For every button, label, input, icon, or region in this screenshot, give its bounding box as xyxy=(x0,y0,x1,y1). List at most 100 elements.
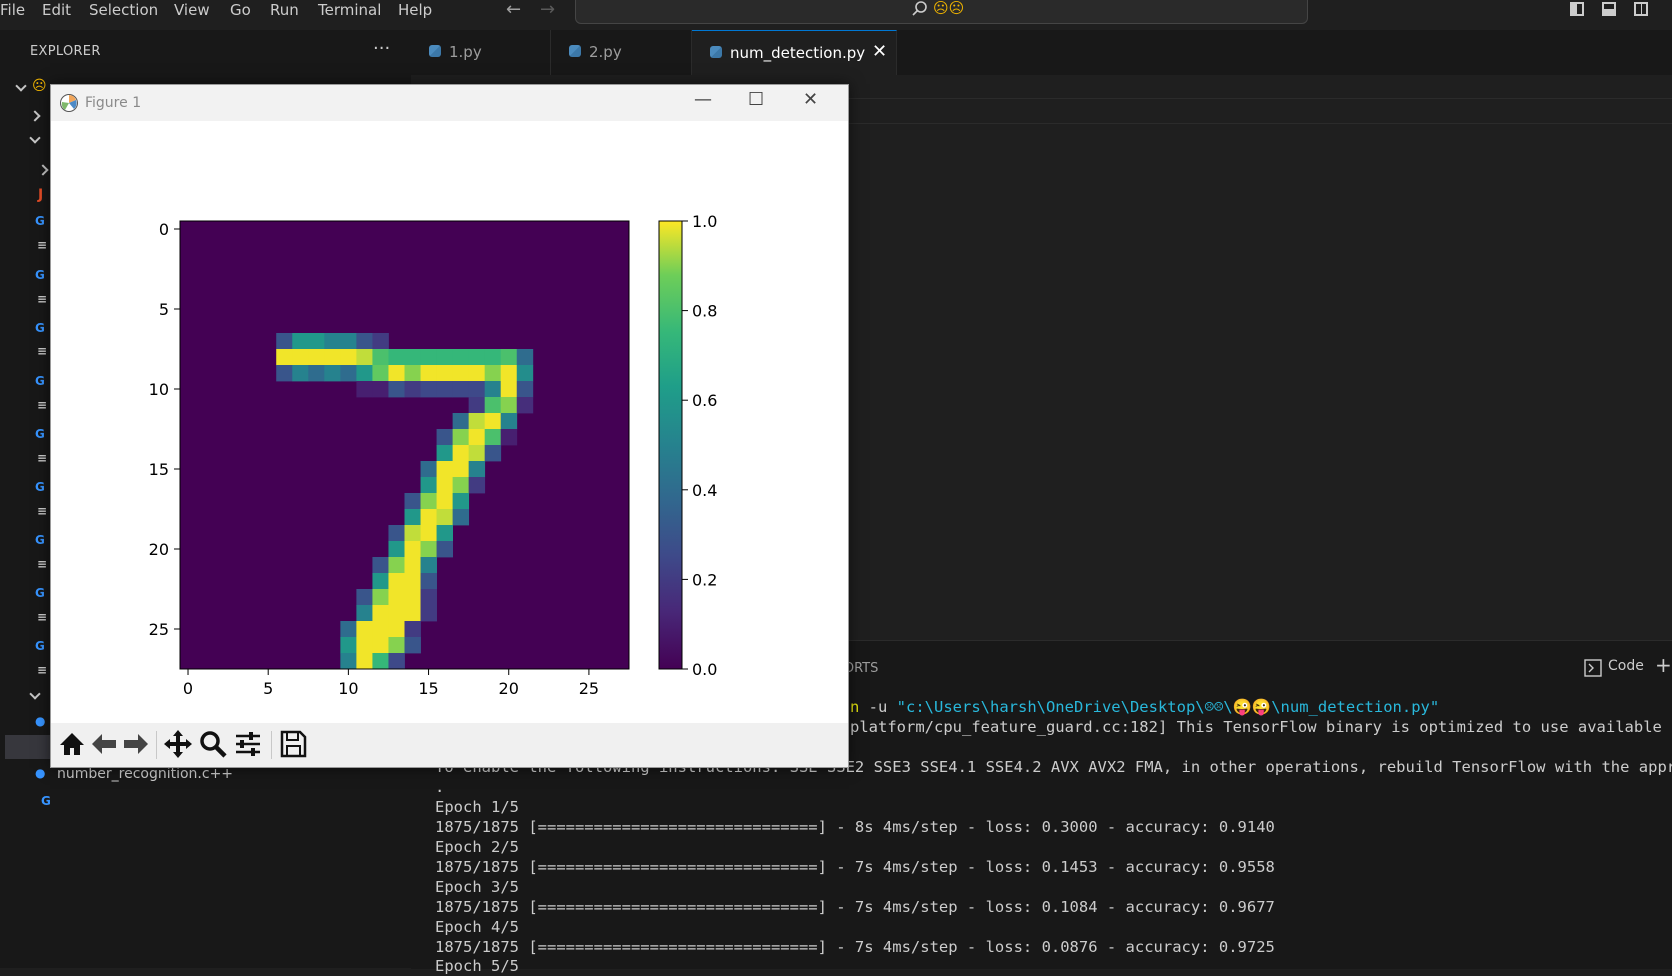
terminal-path: "c:\Users\harsh\OneDrive\Desktop\☹☹\😜😜\n… xyxy=(896,698,1440,716)
heatmap-cell xyxy=(420,605,437,622)
java-file-icon: J xyxy=(38,187,44,203)
menu-run[interactable]: Run xyxy=(270,0,299,22)
heatmap-cell xyxy=(468,397,486,414)
chevron-down-icon[interactable] xyxy=(15,80,27,92)
minimize-icon[interactable]: — xyxy=(694,89,712,110)
x-tick-label: 20 xyxy=(499,679,519,698)
command-center[interactable]: ☹☹ xyxy=(575,0,1308,24)
heatmap-cell xyxy=(356,349,373,366)
heatmap-cell xyxy=(372,365,389,382)
heatmap-cell xyxy=(468,477,486,494)
maximize-icon[interactable]: ☐ xyxy=(748,89,764,110)
heatmap-cell xyxy=(388,525,405,542)
heatmap-cell xyxy=(404,381,421,398)
heatmap-cell xyxy=(404,509,421,526)
heatmap-cell xyxy=(340,637,357,654)
tab-num-detection-py[interactable]: num_detection.py ✕ xyxy=(692,30,897,75)
heatmap-cell xyxy=(484,445,502,462)
close-icon[interactable]: ✕ xyxy=(803,89,818,110)
heatmap-cell xyxy=(516,397,534,414)
workspace-name: ☹☹ xyxy=(933,0,965,17)
configure-icon[interactable] xyxy=(231,727,265,761)
heatmap-cell xyxy=(452,477,470,494)
menu-terminal[interactable]: Terminal xyxy=(318,0,381,22)
menu-help[interactable]: Help xyxy=(398,0,432,22)
menu-view[interactable]: View xyxy=(174,0,210,22)
save-icon[interactable] xyxy=(276,727,310,761)
terminal-icon xyxy=(1584,659,1602,677)
cpp-file-icon: G xyxy=(35,427,45,441)
zoom-icon[interactable] xyxy=(196,727,230,761)
heatmap-cell xyxy=(484,413,502,430)
heatmap-cell xyxy=(484,381,502,398)
y-tick-label: 15 xyxy=(149,460,169,479)
cpp-file-icon: G xyxy=(35,214,45,228)
toggle-panel-icon[interactable] xyxy=(1602,2,1616,16)
heatmap-cell xyxy=(340,349,357,366)
pan-icon[interactable] xyxy=(161,727,195,761)
heatmap-cell xyxy=(452,493,470,510)
heatmap-cell xyxy=(372,333,389,350)
figure-toolbar xyxy=(51,723,848,767)
heatmap-cell xyxy=(388,573,405,590)
figure-titlebar[interactable]: Figure 1 — ☐ ✕ xyxy=(51,85,848,121)
x-tick-label: 0 xyxy=(183,679,193,698)
heatmap-cell xyxy=(420,541,437,558)
heatmap-cell xyxy=(292,349,309,366)
toggle-sidebar-icon[interactable] xyxy=(1570,2,1584,16)
home-icon[interactable] xyxy=(55,727,89,761)
chevron-right-icon[interactable] xyxy=(37,164,49,176)
heatmap-cell xyxy=(388,589,405,606)
tab-2-py[interactable]: 2.py xyxy=(551,30,692,75)
heatmap-cell xyxy=(436,525,454,542)
back-icon[interactable] xyxy=(87,727,121,761)
terminal-line: 1875/1875 [=============================… xyxy=(435,898,1275,916)
menu-go[interactable]: Go xyxy=(230,0,251,22)
heatmap-cell xyxy=(372,573,389,590)
colorbar xyxy=(658,220,683,670)
explorer-title: EXPLORER xyxy=(30,44,101,59)
add-terminal-icon[interactable]: + xyxy=(1655,653,1672,677)
toolbar-separator xyxy=(156,731,157,759)
y-tick-label: 5 xyxy=(159,300,169,319)
terminal-flag: -u xyxy=(859,698,897,716)
heatmap-cell xyxy=(388,621,405,638)
more-actions-icon[interactable]: ··· xyxy=(373,38,390,59)
heatmap-cell xyxy=(436,445,454,462)
chevron-down-icon[interactable] xyxy=(29,132,41,144)
colorbar-tick-label: 0.6 xyxy=(692,391,717,410)
toggle-secondary-sidebar-icon[interactable] xyxy=(1634,2,1648,16)
terminal-line: 1875/1875 [=============================… xyxy=(435,938,1275,956)
heatmap-cell xyxy=(324,333,341,350)
forward-icon[interactable] xyxy=(119,727,153,761)
close-icon[interactable]: ✕ xyxy=(872,41,887,62)
heatmap-cell xyxy=(388,557,405,574)
menu-edit[interactable]: Edit xyxy=(42,0,71,22)
y-tick-label: 20 xyxy=(149,540,169,559)
heatmap-cell xyxy=(388,653,405,670)
arrow-left-icon[interactable]: ← xyxy=(506,0,521,20)
cpp-file-icon: G xyxy=(35,374,45,388)
menu-file[interactable]: File xyxy=(0,0,25,22)
heatmap-cell xyxy=(292,365,309,382)
heatmap-cell xyxy=(404,493,421,510)
text-file-icon: ≡ xyxy=(37,504,48,518)
heatmap-cell xyxy=(308,349,325,366)
python-file-icon xyxy=(710,46,722,58)
heatmap-cell xyxy=(484,349,502,366)
heatmap-cell xyxy=(404,589,421,606)
matplotlib-logo-icon xyxy=(60,94,78,112)
heatmap-chart[interactable]: 0 5 10 15 20 25 0 5 10 15 20 25 0.0 0.2 0.4 0.6 0.8 1.0 xyxy=(51,121,848,723)
chevron-down-icon[interactable] xyxy=(29,688,41,700)
terminal-name[interactable]: Code xyxy=(1608,658,1644,674)
menu-selection[interactable]: Selection xyxy=(89,0,158,22)
heatmap-cell xyxy=(372,557,389,574)
heatmap-cell xyxy=(276,333,293,350)
chevron-right-icon[interactable] xyxy=(29,110,41,122)
tab-1-py[interactable]: 1.py xyxy=(411,30,551,75)
arrow-right-icon[interactable]: → xyxy=(540,0,555,20)
heatmap-cell xyxy=(500,429,518,446)
terminal-line: Epoch 2/5 xyxy=(435,838,519,856)
heatmap-cell xyxy=(356,653,373,670)
file-number-recognition[interactable]: number_recognition.c++ xyxy=(57,766,233,782)
